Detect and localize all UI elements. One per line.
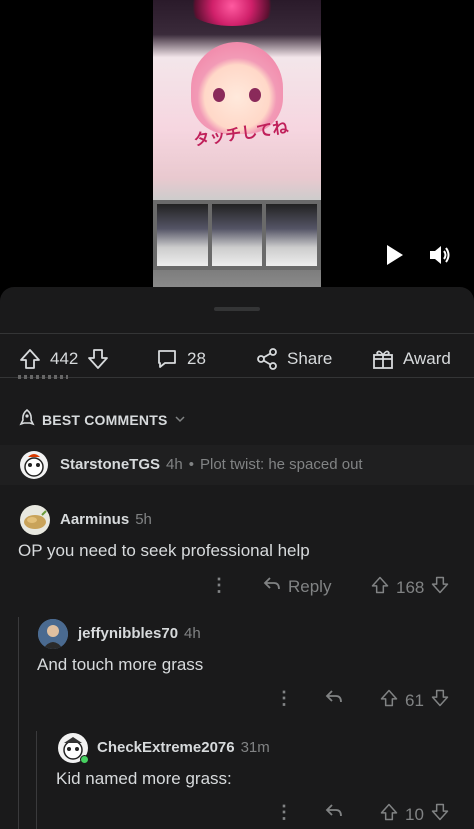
upvote-icon[interactable]	[18, 347, 42, 371]
character-eye-left	[213, 88, 225, 102]
comment-vote-group: 10	[379, 802, 450, 827]
share-button[interactable]: Share	[255, 347, 332, 371]
comment-body: OP you need to seek professional help	[18, 541, 310, 560]
comment-action-bar: ⋮ 10	[0, 802, 474, 826]
comment-score: 61	[405, 690, 424, 710]
reply-label: Reply	[288, 576, 332, 596]
divider	[0, 333, 474, 334]
video-player[interactable]: タッチしてね	[0, 0, 474, 287]
machine-light	[187, 0, 277, 26]
post-action-bar: 442 28 Share Award	[0, 341, 474, 377]
more-options-icon[interactable]: ⋮	[210, 575, 228, 596]
divider	[0, 377, 474, 378]
downvote-icon[interactable]	[430, 575, 450, 600]
slot-reel	[266, 204, 318, 266]
comment-action-bar: ⋮ 61	[0, 688, 474, 712]
upvote-count: 442	[50, 349, 79, 368]
slot-reels	[153, 200, 321, 270]
username[interactable]: CheckExtreme2076	[97, 739, 235, 756]
award-label: Award	[403, 349, 451, 368]
comment-preview: Plot twist: he spaced out	[199, 456, 363, 473]
username[interactable]: StarstoneTGS	[60, 456, 160, 473]
upvote-icon[interactable]	[370, 575, 390, 600]
downvote-icon[interactable]	[430, 688, 450, 713]
comments-sheet: 442 28 Share Award BEST COMMENTS Starsto…	[0, 287, 474, 829]
comment-age: 4h	[184, 625, 201, 642]
character-eye-right	[249, 88, 261, 102]
video-frame: タッチしてね	[153, 0, 321, 287]
volume-icon[interactable]	[428, 244, 452, 266]
comment-score: 10	[405, 804, 424, 824]
slot-reel	[211, 204, 263, 266]
downvote-icon[interactable]	[86, 347, 110, 371]
comment-score: 168	[396, 577, 425, 597]
downvote-icon[interactable]	[430, 802, 450, 827]
thread-line[interactable]	[18, 617, 19, 829]
comment-body: Kid named more grass:	[56, 769, 232, 788]
separator-dot: •	[188, 456, 194, 473]
share-label: Share	[287, 349, 333, 368]
sort-label: BEST COMMENTS	[42, 411, 168, 428]
play-icon[interactable]	[385, 244, 405, 266]
username[interactable]: Aarminus	[60, 511, 129, 528]
drag-handle[interactable]	[214, 307, 260, 311]
comment-header: CheckExtreme2076 31m	[97, 739, 270, 756]
comment-header: Aarminus 5h	[60, 511, 152, 528]
reply-arrow-icon[interactable]	[324, 688, 344, 711]
reply-arrow-icon	[262, 575, 282, 598]
award-gift-icon	[371, 347, 395, 371]
comment-body: And touch more grass	[37, 655, 204, 674]
more-options-icon[interactable]: ⋮	[275, 688, 293, 709]
avatar[interactable]	[38, 619, 68, 649]
comment-header: StarstoneTGS 4h • Plot twist: he spaced …	[60, 456, 363, 473]
upvote-icon[interactable]	[379, 802, 399, 827]
more-options-icon[interactable]: ⋮	[275, 802, 293, 823]
vote-group: 442	[18, 347, 110, 371]
slot-reel	[157, 204, 208, 266]
rocket-icon	[18, 408, 36, 430]
comments-button[interactable]: 28	[155, 347, 206, 371]
sort-selector[interactable]: BEST COMMENTS	[18, 408, 186, 430]
comment-age: 5h	[135, 511, 152, 528]
comment-vote-group: 61	[379, 688, 450, 713]
award-button[interactable]: Award	[371, 347, 451, 371]
comment-count: 28	[187, 349, 206, 368]
comment-header: jeffynibbles70 4h	[78, 625, 201, 642]
avatar[interactable]	[20, 505, 50, 535]
reply-button[interactable]: Reply	[262, 575, 331, 598]
comment-age: 31m	[240, 739, 270, 756]
comment-action-bar: ⋮ Reply 168	[0, 575, 474, 599]
cutoff-text-fragment	[18, 375, 68, 379]
username[interactable]: jeffynibbles70	[78, 625, 178, 642]
comment-age: 4h	[166, 456, 183, 473]
comment-vote-group: 168	[370, 575, 450, 600]
chevron-down-icon	[174, 412, 186, 428]
collapsed-comment[interactable]: StarstoneTGS 4h • Plot twist: he spaced …	[0, 445, 474, 485]
reply-arrow-icon[interactable]	[324, 802, 344, 825]
upvote-icon[interactable]	[379, 688, 399, 713]
comment-icon	[155, 347, 179, 371]
share-icon	[255, 347, 279, 371]
online-status-dot	[80, 755, 89, 764]
avatar[interactable]	[20, 451, 48, 479]
